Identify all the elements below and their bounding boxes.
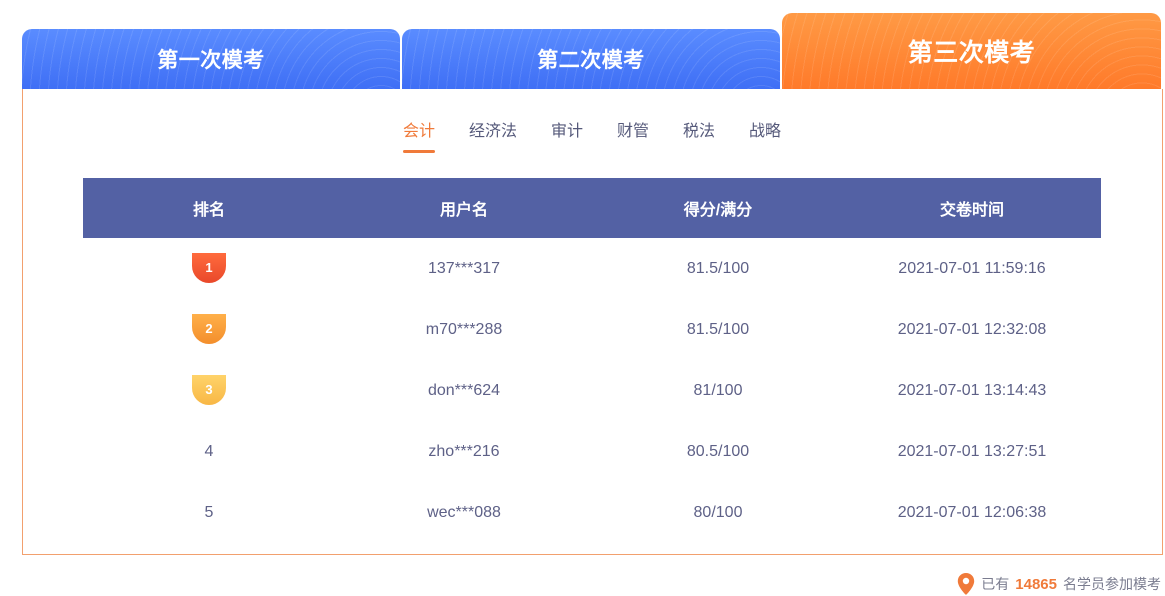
subject-tab-accounting[interactable]: 会计: [403, 117, 436, 153]
header-username: 用户名: [439, 202, 488, 219]
table-row: 3 don***624 81/100 2021-07-01 13:14:43: [83, 360, 1101, 421]
rank-cell: 4: [204, 442, 214, 460]
time-cell: 2021-07-01 11:59:16: [898, 259, 1046, 277]
score-cell: 81.5/100: [686, 259, 750, 277]
score-cell: 80/100: [693, 503, 743, 521]
subject-tab-economic-law[interactable]: 经济法: [469, 117, 517, 141]
subject-tabs: 会计 经济法 审计 财管 税法 战略: [0, 117, 1165, 157]
header-rank: 排名: [192, 202, 225, 219]
subject-tab-financial-management[interactable]: 财管: [617, 117, 649, 141]
table-row: 2 m70***288 81.5/100 2021-07-01 12:32:08: [83, 299, 1101, 360]
score-cell: 81.5/100: [686, 320, 750, 338]
subject-tab-audit[interactable]: 审计: [551, 117, 583, 141]
tab-exam-2[interactable]: 第二次模考: [402, 29, 780, 89]
active-underline: [403, 150, 436, 153]
time-cell: 2021-07-01 13:14:43: [897, 381, 1047, 399]
table-header: 排名 用户名 得分/满分 交卷时间: [83, 178, 1101, 238]
subject-tab-label: 战略: [749, 123, 782, 140]
rank-cell: 3: [83, 374, 335, 406]
subject-tab-label: 税法: [683, 123, 716, 140]
tab-exam-1[interactable]: 第一次模考: [22, 29, 400, 89]
ranking-table: 排名 用户名 得分/满分 交卷时间 1 137***317 81.5/100 2…: [83, 178, 1101, 543]
username-cell: don***624: [427, 381, 501, 399]
table-row: 1 137***317 81.5/100 2021-07-01 11:59:16: [83, 238, 1101, 299]
rank-cell: 5: [204, 503, 214, 521]
bronze-medal-icon: 3: [192, 374, 226, 405]
username-cell: m70***288: [425, 320, 503, 338]
table-row: 4 zho***216 80.5/100 2021-07-01 13:27:51: [83, 421, 1101, 482]
participant-number: 14865: [1015, 575, 1057, 593]
time-cell: 2021-07-01 12:32:08: [897, 320, 1047, 338]
subject-tab-label: 财管: [617, 123, 650, 140]
username-cell: 137***317: [427, 259, 501, 277]
silver-medal-icon: 2: [192, 313, 226, 344]
tab-exam-1-label: 第一次模考: [157, 49, 265, 72]
subject-tab-strategy[interactable]: 战略: [749, 117, 781, 141]
participant-suffix: 名学员参加模考: [1063, 576, 1161, 592]
username-cell: wec***088: [427, 503, 501, 521]
header-score: 得分/满分: [683, 202, 753, 219]
tab-exam-2-label: 第二次模考: [537, 49, 645, 72]
username-cell: zho***216: [428, 442, 500, 460]
location-pin-icon: [958, 573, 975, 595]
subject-tab-label: 会计: [403, 123, 436, 140]
participant-prefix: 已有: [981, 576, 1010, 592]
score-cell: 80.5/100: [686, 442, 750, 460]
participant-count: 已有 14865 名学员参加模考: [957, 573, 1161, 595]
time-cell: 2021-07-01 13:27:51: [897, 442, 1047, 460]
tab-exam-3[interactable]: 第三次模考: [782, 13, 1161, 89]
rank-cell: 1: [83, 252, 335, 284]
subject-tab-label: 审计: [551, 123, 584, 140]
tab-exam-3-label: 第三次模考: [907, 39, 1036, 67]
header-submit-time: 交卷时间: [939, 202, 1004, 219]
score-cell: 81/100: [693, 381, 743, 399]
time-cell: 2021-07-01 12:06:38: [897, 503, 1047, 521]
table-row: 5 wec***088 80/100 2021-07-01 12:06:38: [83, 482, 1101, 543]
subject-tab-tax-law[interactable]: 税法: [683, 117, 715, 141]
rank-cell: 2: [83, 313, 335, 345]
gold-medal-icon: 1: [192, 252, 226, 283]
subject-tab-label: 经济法: [469, 123, 518, 140]
